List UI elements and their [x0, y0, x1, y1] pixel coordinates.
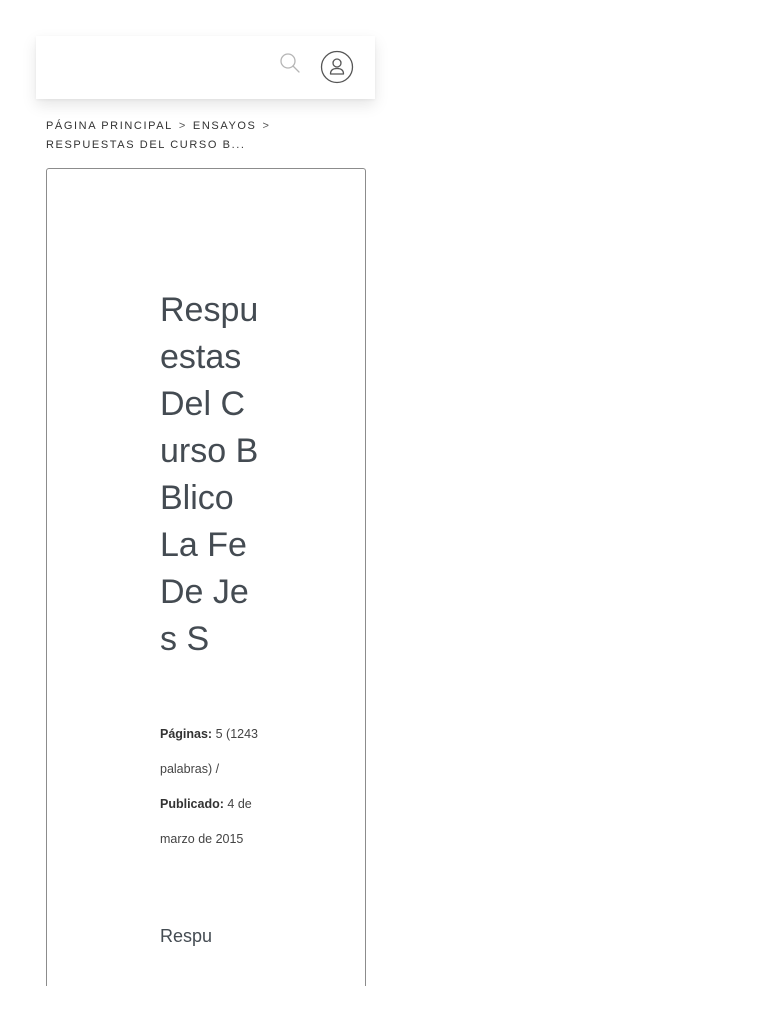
breadcrumb-essays[interactable]: ENSAYOS [193, 120, 257, 132]
search-icon [280, 53, 300, 73]
document-card: Respuestas Del Curso B Blico La Fe De Je… [46, 168, 366, 999]
document-title: Respuestas Del Curso B Blico La Fe De Je… [160, 291, 259, 658]
bottom-mask [36, 986, 396, 1024]
published-label: Publicado: [160, 797, 224, 811]
breadcrumb-separator: > [262, 120, 271, 132]
breadcrumb-home[interactable]: PÁGINA PRINCIPAL [46, 120, 173, 132]
pages-value: 5 [215, 727, 223, 741]
document-meta: Páginas: 5 (1243 palabras) / Publicado: … [160, 717, 260, 857]
breadcrumb: PÁGINA PRINCIPAL > ENSAYOS > RESPUESTAS DEL … [46, 117, 366, 155]
search-button[interactable] [276, 50, 306, 80]
document-excerpt: Respu [160, 926, 213, 946]
user-icon [320, 50, 354, 84]
pages-label: Páginas: [160, 727, 213, 741]
breadcrumb-separator: > [178, 120, 187, 132]
breadcrumb-current: RESPUESTAS DEL CURSO B... [46, 139, 246, 151]
top-header [36, 36, 375, 99]
user-account-button[interactable] [320, 50, 354, 84]
